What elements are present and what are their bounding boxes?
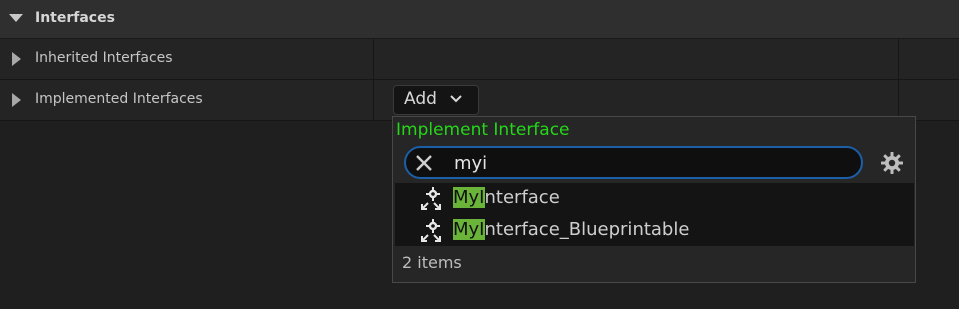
add-button-label: Add	[404, 89, 437, 109]
list-item-label: MyInterface	[453, 187, 560, 208]
collapsed-caret-icon[interactable]	[12, 93, 21, 107]
add-interface-button[interactable]: Add	[393, 85, 479, 115]
chevron-down-icon	[450, 95, 462, 103]
collapsed-caret-icon[interactable]	[12, 52, 21, 66]
expand-caret-icon[interactable]	[9, 14, 23, 22]
list-item-rest: nterface	[484, 187, 560, 208]
interfaces-section-header[interactable]: Interfaces	[0, 0, 959, 39]
search-input[interactable]	[454, 151, 844, 175]
search-match-highlight: MyI	[453, 187, 485, 208]
implemented-interfaces-row[interactable]: Implemented Interfaces	[0, 80, 959, 121]
inherited-interfaces-label: Inherited Interfaces	[35, 50, 173, 66]
search-field[interactable]	[404, 146, 863, 179]
section-title: Interfaces	[35, 10, 115, 26]
item-count: 2 items	[402, 253, 462, 272]
list-item-label: MyInterface_Blueprintable	[453, 219, 689, 240]
interface-icon	[421, 187, 441, 210]
popup-title: Implement Interface	[396, 120, 570, 140]
list-item[interactable]: MyInterface	[395, 183, 914, 214]
search-match-highlight: MyI	[453, 219, 485, 240]
implemented-interfaces-label: Implemented Interfaces	[35, 91, 203, 107]
clear-search-icon[interactable]	[414, 153, 434, 173]
details-panel: Interfaces Inherited Interfaces Implemen…	[0, 0, 959, 309]
gear-icon[interactable]	[880, 151, 904, 175]
interface-icon	[421, 219, 441, 242]
results-list: MyInterface MyInterface_Blueprintable	[395, 183, 914, 246]
inherited-interfaces-row[interactable]: Inherited Interfaces	[0, 39, 959, 80]
column-divider[interactable]	[373, 39, 374, 120]
column-divider	[898, 39, 899, 120]
implement-interface-popup: Implement Interface myi MyInterface MyIn…	[392, 116, 916, 283]
list-item[interactable]: MyInterface_Blueprintable	[395, 215, 914, 246]
list-item-rest: nterface_Blueprintable	[484, 219, 690, 240]
